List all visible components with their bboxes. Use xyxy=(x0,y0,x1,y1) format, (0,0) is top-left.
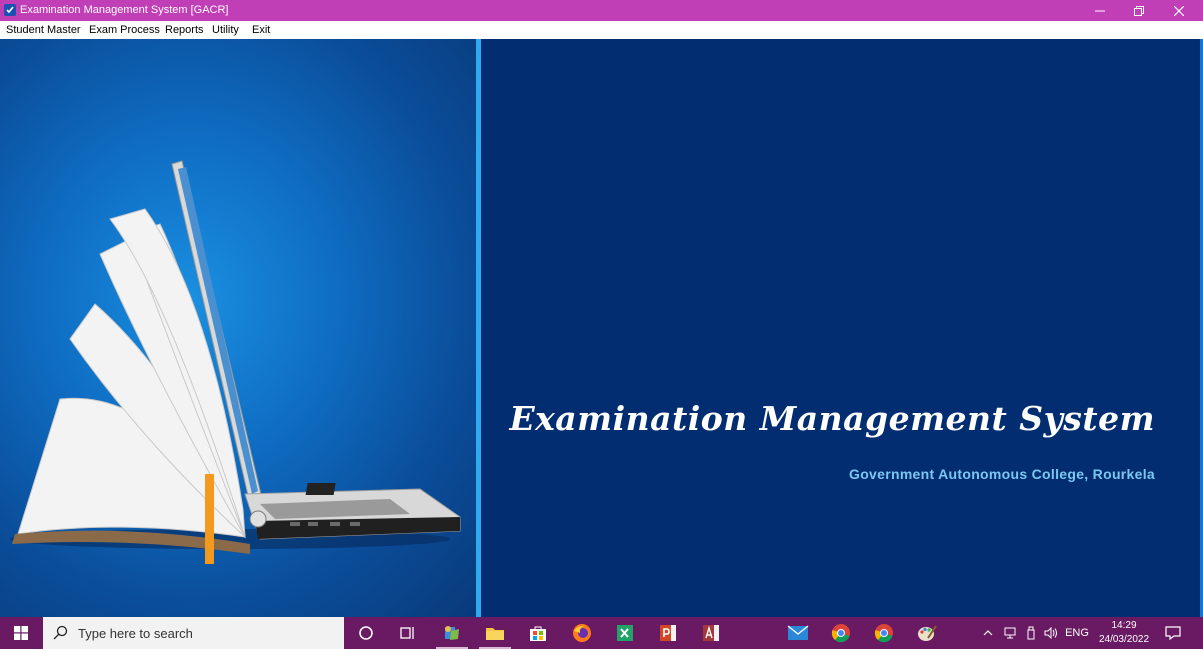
notifications-button[interactable] xyxy=(1160,617,1186,649)
taskbar-store[interactable] xyxy=(518,617,558,649)
taskbar-file-explorer[interactable] xyxy=(475,617,515,649)
menu-bar: Student Master Exam Process Reports Util… xyxy=(0,21,1203,39)
taskbar-search-box[interactable]: Type here to search xyxy=(43,617,344,649)
network-icon xyxy=(1004,627,1016,639)
paint-icon xyxy=(918,625,937,641)
app-icon xyxy=(445,626,459,640)
chrome-icon xyxy=(874,624,893,643)
splash-text-panel: Examination Management System Government… xyxy=(481,39,1200,617)
splash-illustration-panel xyxy=(0,39,476,617)
app-icon xyxy=(4,4,16,16)
taskbar-chrome-1[interactable] xyxy=(821,617,861,649)
taskbar-access[interactable] xyxy=(691,617,731,649)
close-button[interactable] xyxy=(1161,0,1197,21)
window-title: Examination Management System [GACR] xyxy=(20,4,229,16)
show-hidden-icons-button[interactable] xyxy=(980,617,996,649)
task-view-button[interactable] xyxy=(388,617,428,649)
windows-icon xyxy=(14,626,28,640)
menu-utility[interactable]: Utility xyxy=(212,24,239,36)
start-button[interactable] xyxy=(0,617,42,649)
clock-time: 14:29 xyxy=(1111,620,1137,631)
chevron-up-icon xyxy=(983,630,993,636)
mail-icon xyxy=(787,625,809,640)
laptop-book-icon xyxy=(10,160,461,564)
language-indicator[interactable]: ENG xyxy=(1063,617,1091,649)
file-explorer-icon xyxy=(486,628,504,640)
cortana-icon xyxy=(359,626,373,640)
taskbar-app-exam[interactable] xyxy=(432,617,472,649)
chrome-icon xyxy=(831,624,850,643)
access-icon xyxy=(703,625,719,641)
store-icon xyxy=(530,626,546,641)
menu-reports[interactable]: Reports xyxy=(165,24,204,36)
menu-student-master[interactable]: Student Master xyxy=(6,24,81,36)
notification-icon xyxy=(1165,626,1181,640)
menu-exit[interactable]: Exit xyxy=(252,24,270,36)
taskbar-mail[interactable] xyxy=(778,617,818,649)
volume-icon xyxy=(1044,627,1057,639)
title-bar: Examination Management System [GACR] xyxy=(0,0,1203,21)
close-icon xyxy=(1174,5,1184,16)
excel-icon xyxy=(617,625,633,641)
taskbar-excel[interactable] xyxy=(605,617,645,649)
taskbar-chrome-2[interactable] xyxy=(864,617,904,649)
minimize-icon xyxy=(1095,10,1105,11)
task-view-icon xyxy=(400,627,414,639)
usb-button[interactable] xyxy=(1022,617,1040,649)
taskbar: Type here to search ENG 14:29 24/03/2022 xyxy=(0,617,1203,649)
usb-icon xyxy=(1027,626,1035,640)
taskbar-paint[interactable] xyxy=(907,617,947,649)
cortana-button[interactable] xyxy=(346,617,386,649)
clock[interactable]: 14:29 24/03/2022 xyxy=(1093,619,1155,647)
menu-exam-process[interactable]: Exam Process xyxy=(89,24,160,36)
restore-button[interactable] xyxy=(1121,0,1157,21)
network-button[interactable] xyxy=(1000,617,1020,649)
search-icon xyxy=(53,625,68,640)
powerpoint-icon xyxy=(660,625,676,641)
taskbar-firefox[interactable] xyxy=(562,617,602,649)
minimize-button[interactable] xyxy=(1082,0,1118,21)
splash-subtitle: Government Autonomous College, Rourkela xyxy=(849,466,1155,482)
search-placeholder: Type here to search xyxy=(78,626,193,641)
splash-title: Examination Management System xyxy=(509,399,1155,438)
taskbar-powerpoint[interactable] xyxy=(648,617,688,649)
firefox-icon xyxy=(573,624,591,642)
volume-button[interactable] xyxy=(1041,617,1061,649)
clock-date: 24/03/2022 xyxy=(1098,634,1150,645)
restore-icon xyxy=(1134,5,1144,16)
